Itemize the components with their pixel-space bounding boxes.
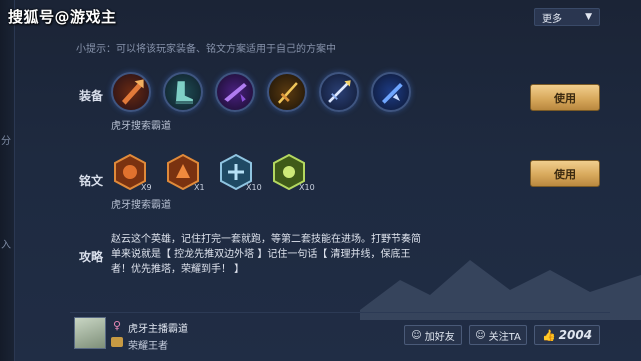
use-equipment-button[interactable]: 使用 xyxy=(530,84,600,111)
rune-count: X10 xyxy=(246,183,262,192)
equipment-source: 虎牙搜索霸道 xyxy=(111,121,171,132)
add-person-icon: ☺ xyxy=(411,329,422,341)
rank-badge-icon xyxy=(111,337,123,347)
runes-source: 虎牙搜索霸道 xyxy=(111,200,171,211)
rune-count: X1 xyxy=(194,183,205,192)
author-rank: 荣耀王者 xyxy=(128,341,168,352)
runes-label: 铭文 xyxy=(79,174,104,188)
avatar[interactable] xyxy=(74,317,106,349)
equipment-label: 装备 xyxy=(79,89,104,103)
add-friend-label: 加好友 xyxy=(424,331,455,343)
axe-item-icon[interactable] xyxy=(111,72,151,112)
author-name: 虎牙主播霸道 xyxy=(128,324,188,335)
rune-count: X10 xyxy=(299,183,315,192)
follow-label: 关注TA xyxy=(488,331,521,343)
side-text-fragment: 分 xyxy=(1,136,11,147)
purple-blade-item-icon[interactable] xyxy=(215,72,255,112)
like-button[interactable]: 👍 2004 xyxy=(534,325,600,345)
follow-button[interactable]: ☺ 关注TA xyxy=(469,325,527,345)
tip-text: 小提示：可以将该玩家装备、铭文方案适用于自己的方案中 xyxy=(76,44,336,55)
add-friend-button[interactable]: ☺ 加好友 xyxy=(404,325,462,345)
more-dropdown[interactable]: 更多 ▼ xyxy=(534,8,600,26)
strategy-label: 攻略 xyxy=(79,250,104,264)
watermark: 搜狐号@游戏主 xyxy=(8,8,117,26)
chevron-down-icon: ▼ xyxy=(585,12,592,22)
left-side-panel: 分 入 xyxy=(0,0,15,361)
silver-spear-item-icon[interactable] xyxy=(319,72,359,112)
landscape-decoration xyxy=(360,260,641,320)
more-label: 更多 xyxy=(542,13,562,25)
golden-sword-item-icon[interactable] xyxy=(267,72,307,112)
female-icon: ♀ xyxy=(113,319,122,332)
boots-item-icon[interactable] xyxy=(163,72,203,112)
follow-person-icon: ☺ xyxy=(475,329,486,341)
side-text-fragment: 入 xyxy=(1,240,11,251)
footer-divider xyxy=(70,312,610,313)
rune-count: X9 xyxy=(141,183,152,192)
use-runes-button[interactable]: 使用 xyxy=(530,160,600,187)
like-count: 2004 xyxy=(558,328,593,342)
blue-blade-item-icon[interactable] xyxy=(371,72,411,112)
thumbs-up-icon: 👍 xyxy=(541,328,556,342)
